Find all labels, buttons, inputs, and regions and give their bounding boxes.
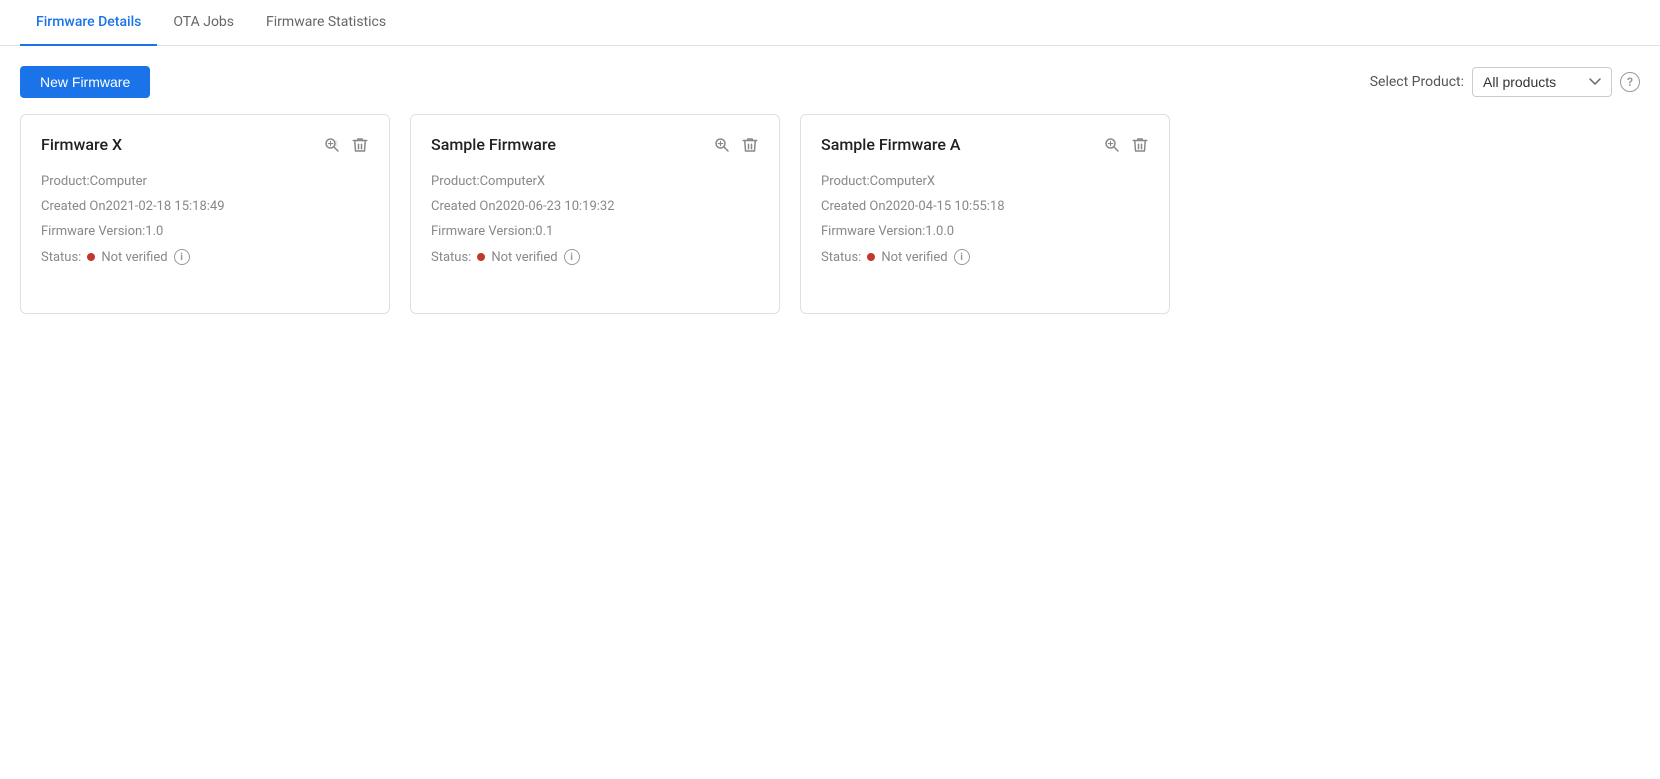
card-title: Firmware X xyxy=(41,135,122,154)
card-created-on: Created On2020-04-15 10:55:18 xyxy=(821,199,1149,214)
card-actions xyxy=(713,136,759,154)
status-info-icon[interactable]: i xyxy=(954,249,970,265)
card-header: Sample Firmware A xyxy=(821,135,1149,154)
card-header: Sample Firmware xyxy=(431,135,759,154)
status-dot xyxy=(867,253,875,261)
delete-icon[interactable] xyxy=(1131,136,1149,154)
tab-ota-jobs[interactable]: OTA Jobs xyxy=(157,0,250,46)
search-icon[interactable] xyxy=(323,136,341,154)
card-firmware-version: Firmware Version:1.0.0 xyxy=(821,224,1149,239)
new-firmware-button[interactable]: New Firmware xyxy=(20,66,150,98)
status-label: Status: xyxy=(41,250,81,265)
toolbar: New Firmware Select Product: All product… xyxy=(0,46,1660,114)
status-label: Status: xyxy=(821,250,861,265)
card-created-on: Created On2020-06-23 10:19:32 xyxy=(431,199,759,214)
card-firmware-version: Firmware Version:0.1 xyxy=(431,224,759,239)
delete-icon[interactable] xyxy=(351,136,369,154)
status-label: Status: xyxy=(431,250,471,265)
card-title: Sample Firmware A xyxy=(821,135,961,154)
firmware-card-sample-firmware: Sample Firmware xyxy=(410,114,780,314)
card-status-row: Status: Not verified i xyxy=(821,249,1149,265)
card-title: Sample Firmware xyxy=(431,135,556,154)
card-actions xyxy=(1103,136,1149,154)
firmware-cards-container: Firmware X xyxy=(0,114,1660,314)
delete-icon[interactable] xyxy=(741,136,759,154)
search-icon[interactable] xyxy=(713,136,731,154)
tab-firmware-statistics[interactable]: Firmware Statistics xyxy=(250,0,402,46)
status-text: Not verified xyxy=(101,250,167,265)
firmware-card-firmware-x: Firmware X xyxy=(20,114,390,314)
card-header: Firmware X xyxy=(41,135,369,154)
select-product-area: Select Product: All products Computer Co… xyxy=(1370,67,1640,97)
tabs-bar: Firmware Details OTA Jobs Firmware Stati… xyxy=(0,0,1660,46)
card-actions xyxy=(323,136,369,154)
search-icon[interactable] xyxy=(1103,136,1121,154)
status-dot xyxy=(477,253,485,261)
card-product: Product:Computer xyxy=(41,174,369,189)
status-text: Not verified xyxy=(491,250,557,265)
card-firmware-version: Firmware Version:1.0 xyxy=(41,224,369,239)
card-product: Product:ComputerX xyxy=(431,174,759,189)
card-created-on: Created On2021-02-18 15:18:49 xyxy=(41,199,369,214)
card-status-row: Status: Not verified i xyxy=(431,249,759,265)
card-status-row: Status: Not verified i xyxy=(41,249,369,265)
tab-firmware-details[interactable]: Firmware Details xyxy=(20,0,157,46)
status-dot xyxy=(87,253,95,261)
card-product: Product:ComputerX xyxy=(821,174,1149,189)
status-info-icon[interactable]: i xyxy=(564,249,580,265)
help-icon[interactable]: ? xyxy=(1620,72,1640,92)
status-info-icon[interactable]: i xyxy=(174,249,190,265)
select-product-dropdown[interactable]: All products Computer ComputerX xyxy=(1472,67,1612,97)
status-text: Not verified xyxy=(881,250,947,265)
firmware-card-sample-firmware-a: Sample Firmware A xyxy=(800,114,1170,314)
select-product-label: Select Product: xyxy=(1370,74,1464,90)
